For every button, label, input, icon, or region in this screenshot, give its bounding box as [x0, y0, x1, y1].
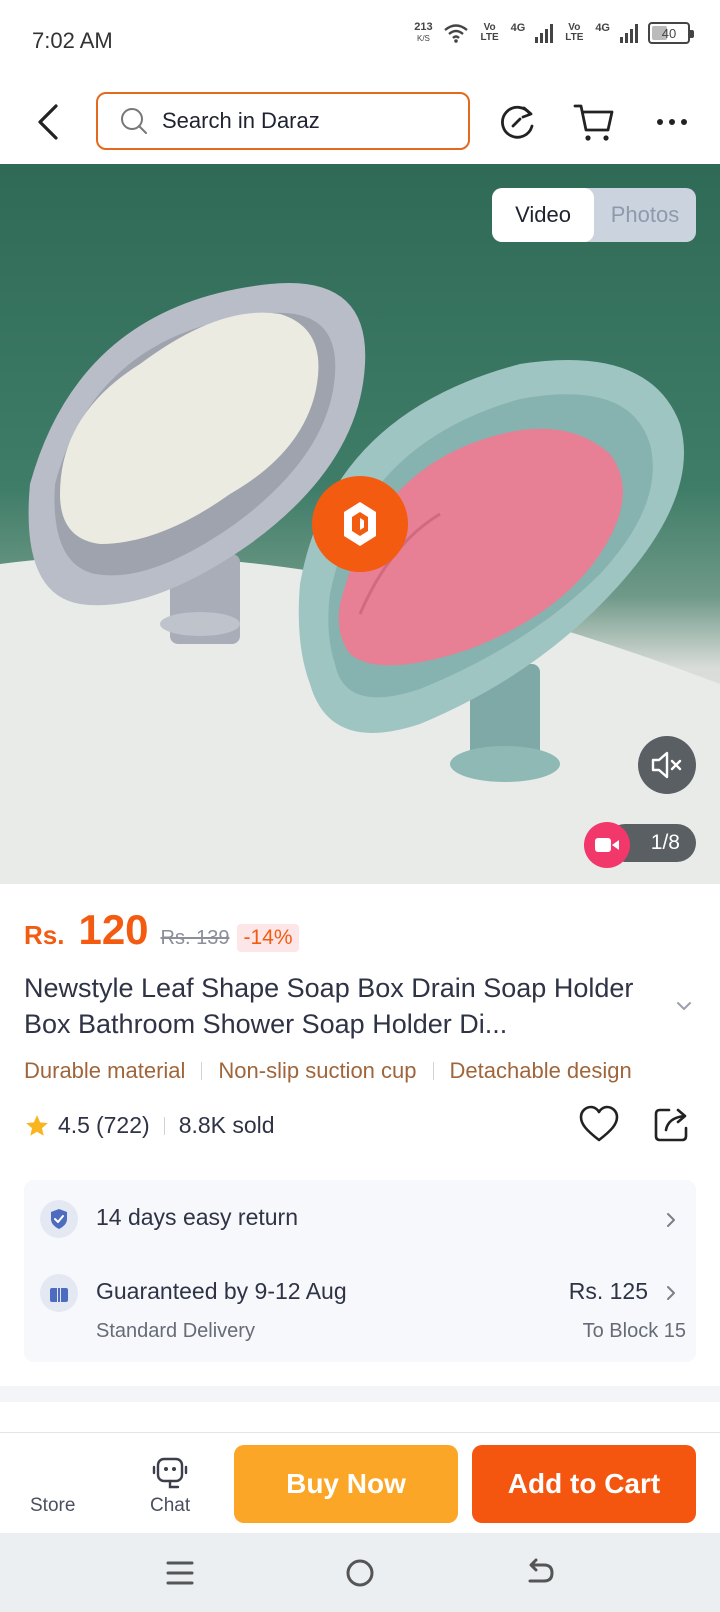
delivery-location[interactable]: To Block 15: [583, 1320, 686, 1343]
service-card: 14 days easy return Guaranteed by 9-12 A…: [24, 1180, 696, 1362]
search-placeholder: Search in Daraz: [162, 108, 320, 133]
daraz-play-icon[interactable]: [312, 476, 408, 572]
daraz-logo-icon: [344, 502, 376, 546]
product-video[interactable]: Video Photos 1/8: [0, 164, 720, 884]
discount-badge: -14%: [237, 924, 299, 952]
chevron-right-icon[interactable]: [664, 1210, 678, 1230]
feature-tag: Detachable design: [449, 1058, 632, 1083]
top-header: Search in Daraz: [0, 80, 720, 164]
mute-icon[interactable]: [638, 736, 696, 794]
shield-icon: [40, 1200, 78, 1238]
media-tabs: Video Photos: [492, 188, 696, 242]
bottom-action-bar: Store Chat Buy Now Add to Cart: [0, 1433, 720, 1533]
search-icon: [121, 108, 147, 134]
current-price: 120: [78, 906, 149, 953]
chevron-right-icon[interactable]: [664, 1283, 678, 1303]
search-input[interactable]: Search in Daraz: [96, 92, 470, 150]
tag-divider: [201, 1062, 203, 1080]
battery-icon: 40: [648, 22, 694, 44]
more-icon[interactable]: [650, 100, 694, 144]
back-icon[interactable]: [30, 100, 70, 144]
chevron-down-icon[interactable]: [674, 996, 694, 1016]
sold-count: 8.8K sold: [178, 1112, 275, 1138]
original-price: Rs. 139: [160, 927, 230, 949]
cart-icon[interactable]: [572, 100, 616, 144]
delivery-box-icon: [40, 1274, 78, 1312]
system-navigation-bar: [0, 1533, 720, 1612]
status-bar: 7:02 AM 213 K/S Vo LTE 4G Vo LTE 4G 40: [0, 0, 720, 80]
rating-row[interactable]: 4.5 (722) 8.8K sold: [24, 1112, 275, 1139]
status-icons: 213 K/S Vo LTE 4G Vo LTE 4G 40: [414, 21, 694, 44]
return-policy[interactable]: 14 days easy return: [96, 1204, 298, 1231]
share-icon[interactable]: [652, 1104, 692, 1144]
feature-tag: Durable material: [24, 1058, 186, 1083]
currency-label: Rs.: [24, 920, 65, 950]
delivery-estimate[interactable]: Guaranteed by 9-12 Aug: [96, 1278, 347, 1305]
network-type: 4G: [595, 22, 610, 34]
volte-indicator: Vo LTE: [565, 22, 584, 43]
tab-video[interactable]: Video: [492, 188, 594, 242]
refresh-icon[interactable]: [496, 100, 540, 144]
signal-icon: [620, 23, 638, 43]
star-icon: [26, 1114, 48, 1136]
video-badge-icon: [584, 822, 630, 868]
add-to-cart-button[interactable]: Add to Cart: [472, 1445, 696, 1523]
rating-value: 4.5: [58, 1112, 90, 1138]
tab-photos[interactable]: Photos: [594, 188, 696, 242]
section-divider: [0, 1386, 720, 1402]
review-count: (722): [95, 1112, 150, 1138]
wifi-icon: [443, 24, 468, 43]
network-speed: 213 K/S: [414, 21, 433, 44]
chat-button[interactable]: Chat: [150, 1495, 190, 1517]
feature-tag: Non-slip suction cup: [218, 1058, 417, 1083]
network-type: 4G: [510, 22, 526, 34]
feature-tags: Durable material Non-slip suction cup De…: [24, 1058, 632, 1084]
buy-now-button[interactable]: Buy Now: [234, 1445, 458, 1523]
volte-indicator: Vo LTE: [480, 22, 499, 43]
store-button[interactable]: Store: [30, 1495, 75, 1517]
product-title[interactable]: Newstyle Leaf Shape Soap Box Drain Soap …: [24, 970, 664, 1042]
delivery-fee: Rs. 125: [568, 1278, 648, 1304]
home-icon[interactable]: [340, 1553, 380, 1593]
chat-icon[interactable]: [150, 1455, 190, 1491]
signal-icon: [535, 23, 554, 43]
rating-divider: [163, 1116, 165, 1135]
delivery-type: Standard Delivery: [96, 1320, 255, 1342]
tag-divider: [432, 1062, 434, 1080]
price-row: Rs. 120 Rs. 139 -14%: [24, 906, 299, 954]
menu-icon[interactable]: [160, 1553, 200, 1593]
back-nav-icon[interactable]: [520, 1553, 560, 1593]
heart-icon[interactable]: [578, 1104, 620, 1144]
status-time: 7:02 AM: [32, 28, 113, 53]
